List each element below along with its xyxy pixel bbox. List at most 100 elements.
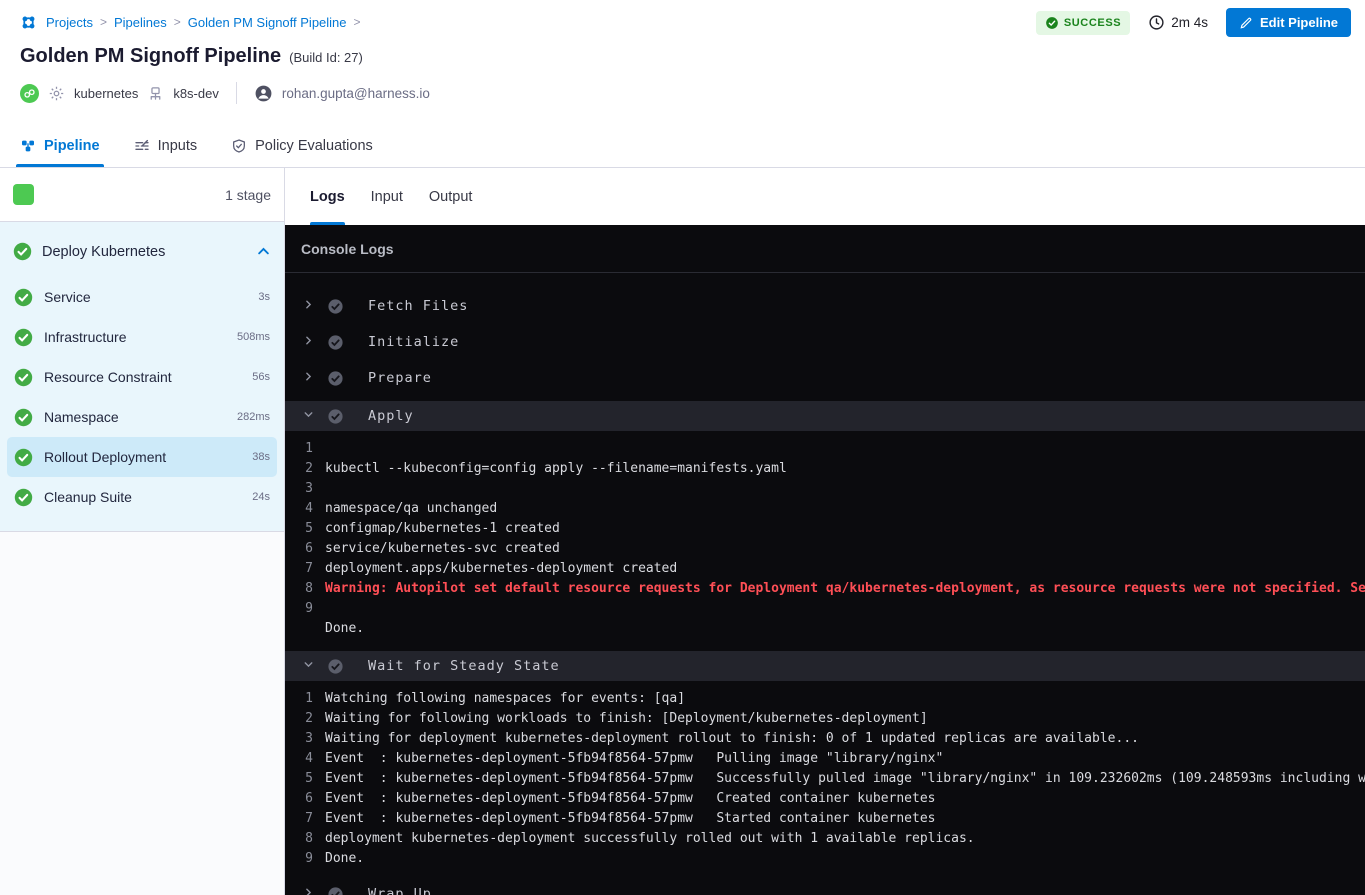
page-header: Projects > Pipelines > Golden PM Signoff… [0,0,1365,125]
step-row-cleanup-suite[interactable]: Cleanup Suite24s [7,477,277,517]
log-lines: 1Watching following namespaces for event… [285,681,1365,873]
step-duration: 38s [252,451,270,463]
log-section-name: Fetch Files [368,298,468,314]
log-line: 6Event : kubernetes-deployment-5fb94f856… [285,789,1365,809]
tab-pipeline[interactable]: Pipeline [20,125,100,167]
log-section-name: Apply [368,408,414,424]
log-section-name: Wait for Steady State [368,658,560,674]
pencil-icon [1239,16,1253,30]
chevron-right-icon[interactable] [295,334,321,350]
log-section-apply[interactable]: Apply [285,401,1365,431]
environment-icon [147,85,164,102]
chevron-right-icon[interactable] [295,298,321,314]
line-text: namespace/qa unchanged [325,499,497,519]
log-section-initialize[interactable]: Initialize [285,327,1365,357]
step-row-resource-constraint[interactable]: Resource Constraint56s [7,357,277,397]
line-text: Done. [325,619,364,639]
line-text: configmap/kubernetes-1 created [325,519,560,539]
tab-policy-evaluations[interactable]: Policy Evaluations [231,125,373,167]
stage-status-square[interactable] [13,184,34,205]
harness-logo-icon [20,14,37,31]
execution-duration: 2m 4s [1148,14,1208,31]
trigger-user-email: rohan.gupta@harness.io [282,86,430,101]
line-number [285,619,325,639]
breadcrumb-link-projects[interactable]: Projects [46,15,93,30]
log-line: Done. [285,619,1365,639]
step-name: Service [44,289,247,305]
service-name: kubernetes [74,86,138,101]
log-section-prepare[interactable]: Prepare [285,363,1365,393]
line-text: Event : kubernetes-deployment-5fb94f8564… [325,769,1365,789]
line-text: Waiting for following workloads to finis… [325,709,928,729]
log-section-wrap-up[interactable]: Wrap Up [285,879,1365,895]
build-id-label: (Build Id: 27) [289,50,363,65]
module-tab-bar: Pipeline Inputs Policy Evaluations [0,125,1365,168]
log-line: 1Watching following namespaces for event… [285,689,1365,709]
line-number: 7 [285,809,325,829]
log-section-fetch-files[interactable]: Fetch Files [285,291,1365,321]
edit-pipeline-button[interactable]: Edit Pipeline [1226,8,1351,37]
chevron-right-icon[interactable] [295,886,321,895]
step-duration: 3s [258,291,270,303]
step-success-check-icon [14,288,33,307]
stage-count-row: 1 stage [0,168,284,222]
step-success-check-icon [14,488,33,507]
breadcrumb-link-pipelines[interactable]: Pipelines [114,15,167,30]
console-body: Fetch FilesInitializePrepareApply12kubec… [285,273,1365,895]
step-row-infrastructure[interactable]: Infrastructure508ms [7,317,277,357]
line-text: Event : kubernetes-deployment-5fb94f8564… [325,789,935,809]
tab-inputs[interactable]: Inputs [134,125,198,167]
line-number: 4 [285,749,325,769]
log-section-name: Initialize [368,334,459,350]
line-number: 1 [285,689,325,709]
inputs-icon [134,138,150,154]
breadcrumb-link-pipeline-name[interactable]: Golden PM Signoff Pipeline [188,15,347,30]
log-tab-logs[interactable]: Logs [310,168,345,225]
log-line: 8deployment kubernetes-deployment succes… [285,829,1365,849]
line-number: 9 [285,849,325,869]
chevron-down-icon[interactable] [295,408,321,424]
log-section-wait-for-steady-state[interactable]: Wait for Steady State [285,651,1365,681]
log-line: 2Waiting for following workloads to fini… [285,709,1365,729]
console-log-panel: Console Logs Fetch Files Initialize Prepar… [285,225,1365,895]
line-text: Watching following namespaces for events… [325,689,685,709]
pipeline-icon [20,138,36,154]
success-check-icon [1045,16,1059,30]
line-number: 8 [285,579,325,599]
log-line: 4namespace/qa unchanged [285,499,1365,519]
cd-module-icon [20,84,39,103]
step-row-service[interactable]: Service 3s [7,277,277,317]
line-text: kubectl --kubeconfig=config apply --file… [325,459,787,479]
log-tab-input[interactable]: Input [371,168,403,225]
status-badge: SUCCESS [1036,11,1130,35]
stage-count-label: 1 stage [225,187,271,203]
line-text: service/kubernetes-svc created [325,539,560,559]
step-duration: 282ms [237,411,270,423]
stage-header-deploy-kubernetes[interactable]: Deploy Kubernetes [0,222,284,277]
line-number: 4 [285,499,325,519]
console-title: Console Logs [301,241,394,257]
step-duration: 508ms [237,331,270,343]
chevron-down-icon[interactable] [295,658,321,674]
line-text: Waiting for deployment kubernetes-deploy… [325,729,1139,749]
step-success-check-icon [327,298,344,315]
line-number: 5 [285,769,325,789]
step-success-check-icon [327,334,344,351]
line-number: 9 [285,599,325,619]
chevron-up-icon[interactable] [256,244,271,259]
step-row-rollout-deployment[interactable]: Rollout Deployment38s [7,437,277,477]
step-success-check-icon [14,328,33,347]
tab-label: Policy Evaluations [255,138,373,154]
tab-label: Pipeline [44,138,100,154]
log-line: 8Warning: Autopilot set default resource… [285,579,1365,599]
line-number: 8 [285,829,325,849]
chevron-right-icon[interactable] [295,370,321,386]
step-duration: 24s [252,491,270,503]
log-line: 7deployment.apps/kubernetes-deployment c… [285,559,1365,579]
line-text: deployment kubernetes-deployment success… [325,829,975,849]
step-success-check-icon [327,370,344,387]
step-row-namespace[interactable]: Namespace282ms [7,397,277,437]
log-tab-output[interactable]: Output [429,168,473,225]
console-header: Console Logs [285,225,1365,273]
log-line: 9 [285,599,1365,619]
